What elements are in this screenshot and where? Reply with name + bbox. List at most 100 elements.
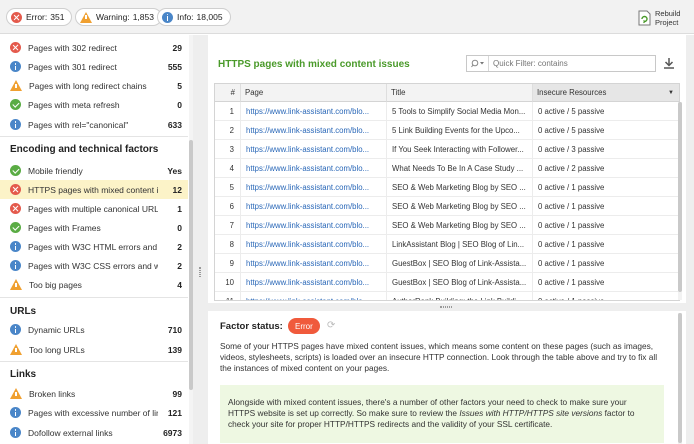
sidebar-item-label: Broken links <box>29 388 76 399</box>
column-header-num[interactable]: # <box>215 84 241 102</box>
horizontal-splitter[interactable] <box>208 303 686 311</box>
cell-num: 5 <box>215 178 241 197</box>
column-header-insecure-resources[interactable]: Insecure Resources ▼ <box>533 84 679 102</box>
cell-page-link[interactable]: https://www.link-assistant.com/blo... <box>241 292 387 300</box>
table-row[interactable]: 3 https://www.link-assistant.com/blo... If… <box>215 140 679 159</box>
sidebar-item[interactable]: Too long URLs 139 <box>0 340 188 359</box>
error-count-pill[interactable]: Error: 351 <box>6 8 73 26</box>
error-icon <box>10 184 21 195</box>
sidebar-item[interactable]: Dynamic URLs 710 <box>0 320 188 339</box>
cell-page-link[interactable]: https://www.link-assistant.com/blo... <box>241 102 387 121</box>
table-row[interactable]: 11https://www.link-assistant.com/blo...A… <box>215 292 679 300</box>
cell-title: 5 Tools to Simplify Social Media Mon... <box>387 102 533 121</box>
table-row[interactable]: 10 https://www.link-assistant.com/blo... G… <box>215 273 679 292</box>
cell-page-link[interactable]: https://www.link-assistant.com/blo... <box>241 273 387 292</box>
cell-page-link[interactable]: https://www.link-assistant.com/blo... <box>241 140 387 159</box>
sidebar-item[interactable]: Pages with W3C CSS errors and warnin... … <box>0 256 188 275</box>
sidebar-item[interactable]: Pages with W3C HTML errors and warni... … <box>0 237 188 256</box>
cell-insecure-resources: 0 active / 1 passive <box>533 197 679 216</box>
sidebar-divider <box>0 361 188 362</box>
cell-num: 3 <box>215 140 241 159</box>
check-icon <box>10 222 21 233</box>
sidebar-item[interactable]: Pages with Frames 0 <box>0 218 188 237</box>
column-header-title[interactable]: Title <box>387 84 533 102</box>
cell-page-link[interactable]: https://www.link-assistant.com/blo... <box>241 216 387 235</box>
sidebar-item-value: Yes <box>167 165 182 176</box>
quick-filter-input[interactable] <box>489 59 649 68</box>
table-row[interactable]: 6 https://www.link-assistant.com/blo... SE… <box>215 197 679 216</box>
section-heading-urls: URLs <box>10 306 37 317</box>
sidebar-item[interactable]: Pages with meta refresh 0 <box>0 95 188 114</box>
info-icon <box>10 61 21 72</box>
table-row[interactable]: 5 https://www.link-assistant.com/blo... SE… <box>215 178 679 197</box>
cell-insecure-resources: 0 active / 1 passive <box>533 273 679 292</box>
table-row[interactable]: 8 https://www.link-assistant.com/blo... Li… <box>215 235 679 254</box>
sidebar-item[interactable]: Pages with multiple canonical URLs 1 <box>0 199 188 218</box>
sidebar-item-label: HTTPS pages with mixed content issues <box>28 184 158 195</box>
table-scrollbar-thumb[interactable] <box>678 102 682 292</box>
cell-page-link[interactable]: https://www.link-assistant.com/blo... <box>241 121 387 140</box>
check-icon <box>10 99 21 110</box>
quick-filter[interactable] <box>466 55 656 72</box>
window-right-edge <box>686 35 694 444</box>
warning-icon <box>10 279 22 290</box>
vertical-splitter[interactable] <box>193 35 208 444</box>
error-icon <box>10 203 21 214</box>
cell-num: 8 <box>215 235 241 254</box>
sidebar-item[interactable]: Pages with excessive number of links 121 <box>0 403 188 422</box>
warning-icon <box>10 80 22 91</box>
cell-num: 4 <box>215 159 241 178</box>
sidebar-item[interactable]: Pages with rel="canonical" 633 <box>0 115 188 134</box>
table-row[interactable]: 7 https://www.link-assistant.com/blo... SE… <box>215 216 679 235</box>
sidebar-item[interactable]: Broken links 99 <box>0 384 188 403</box>
export-download-icon[interactable] <box>663 57 675 69</box>
cell-title: GuestBox | SEO Blog of Link-Assista... <box>387 254 533 273</box>
details-scrollbar-thumb[interactable] <box>678 313 682 443</box>
sidebar-item[interactable]: Pages with 302 redirect 29 <box>0 38 188 57</box>
warning-count-pill[interactable]: Warning: 1,853 <box>75 8 162 26</box>
rebuild-project-button[interactable]: Rebuild Project <box>638 6 686 30</box>
cell-insecure-resources: 0 active / 1 passive <box>533 216 679 235</box>
cell-insecure-resources: 0 active / 1 passive <box>533 178 679 197</box>
sidebar-item[interactable]: Dofollow external links 6973 <box>0 423 188 442</box>
sidebar-item-value: 633 <box>167 119 182 130</box>
sidebar-item-label: Pages with meta refresh <box>28 99 120 110</box>
search-icon[interactable] <box>467 56 489 71</box>
rebuild-label-2: Project <box>655 18 679 27</box>
column-header-page[interactable]: Page <box>241 84 387 102</box>
factor-sidebar: Pages with 302 redirect 29 Pages with 30… <box>0 35 192 444</box>
sidebar-divider <box>0 297 188 298</box>
factor-status-badge[interactable]: Error <box>288 318 320 334</box>
sidebar-item[interactable]: Mobile friendly Yes <box>0 161 188 180</box>
sidebar-item-value: 2 <box>177 241 182 252</box>
table-row[interactable]: 1 https://www.link-assistant.com/blo... 5 … <box>215 102 679 121</box>
sidebar-item[interactable]: Too big pages 4 <box>0 275 188 294</box>
table-row[interactable]: 2 https://www.link-assistant.com/blo... 5 … <box>215 121 679 140</box>
sidebar-item-selected[interactable]: HTTPS pages with mixed content issues 12 <box>0 180 188 199</box>
cell-title: GuestBox | SEO Blog of Link-Assista... <box>387 273 533 292</box>
sidebar-item[interactable]: Pages with long redirect chains 5 <box>0 76 188 95</box>
cell-page-link[interactable]: https://www.link-assistant.com/blo... <box>241 197 387 216</box>
sidebar-item-label: Pages with Frames <box>28 222 101 233</box>
cell-page-link[interactable]: https://www.link-assistant.com/blo... <box>241 178 387 197</box>
cell-page-link[interactable]: https://www.link-assistant.com/blo... <box>241 235 387 254</box>
sidebar-item-value: 29 <box>172 42 182 53</box>
cell-page-link[interactable]: https://www.link-assistant.com/blo... <box>241 254 387 273</box>
details-scrollbar[interactable] <box>678 313 682 444</box>
sidebar-item[interactable]: Pages with 301 redirect 555 <box>0 57 188 76</box>
info-count-pill[interactable]: Info: 18,005 <box>157 8 231 26</box>
sidebar-item-value: 139 <box>167 344 182 355</box>
cell-page-link[interactable]: https://www.link-assistant.com/blo... <box>241 159 387 178</box>
top-bar: Error: 351 Warning: 1,853 Info: 18,005 R… <box>0 0 694 34</box>
cell-num: 6 <box>215 197 241 216</box>
cell-title: LinkAssistant Blog | SEO Blog of Lin... <box>387 235 533 254</box>
table-scrollbar[interactable] <box>678 102 682 300</box>
refresh-icon[interactable]: ⟳ <box>327 320 335 331</box>
table-row[interactable]: 4 https://www.link-assistant.com/blo... Wh… <box>215 159 679 178</box>
table-row[interactable]: 9 https://www.link-assistant.com/blo... Gu… <box>215 254 679 273</box>
cell-insecure-resources: 0 active / 1 passive <box>533 235 679 254</box>
error-icon <box>11 11 22 23</box>
cell-title: AuthorRank Building: the Link Buildi... <box>387 292 533 300</box>
cell-num: 1 <box>215 102 241 121</box>
sidebar-item-value: 121 <box>167 407 182 418</box>
